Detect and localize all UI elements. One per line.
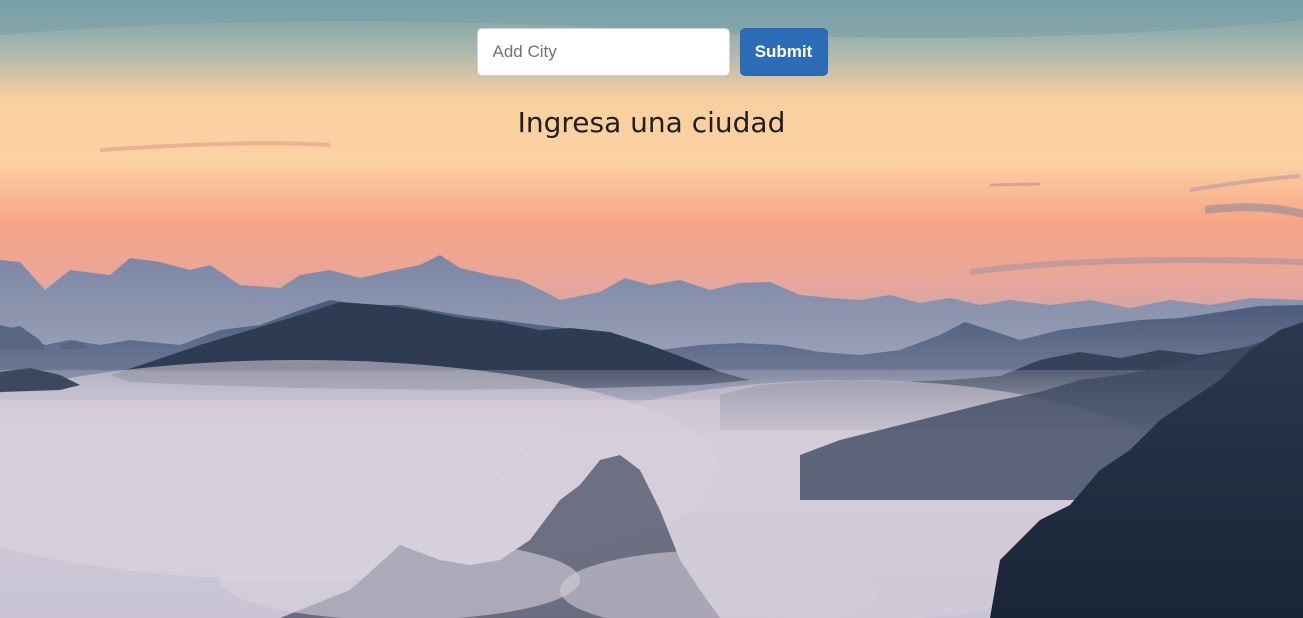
landscape-background-image bbox=[0, 0, 1303, 618]
page-heading: Ingresa una ciudad bbox=[517, 106, 786, 139]
page: Submit Ingresa una ciudad bbox=[0, 0, 1303, 618]
landscape-svg bbox=[0, 0, 1303, 618]
add-city-form: Submit bbox=[0, 28, 1303, 76]
city-input[interactable] bbox=[476, 28, 730, 76]
submit-button[interactable]: Submit bbox=[739, 28, 828, 76]
